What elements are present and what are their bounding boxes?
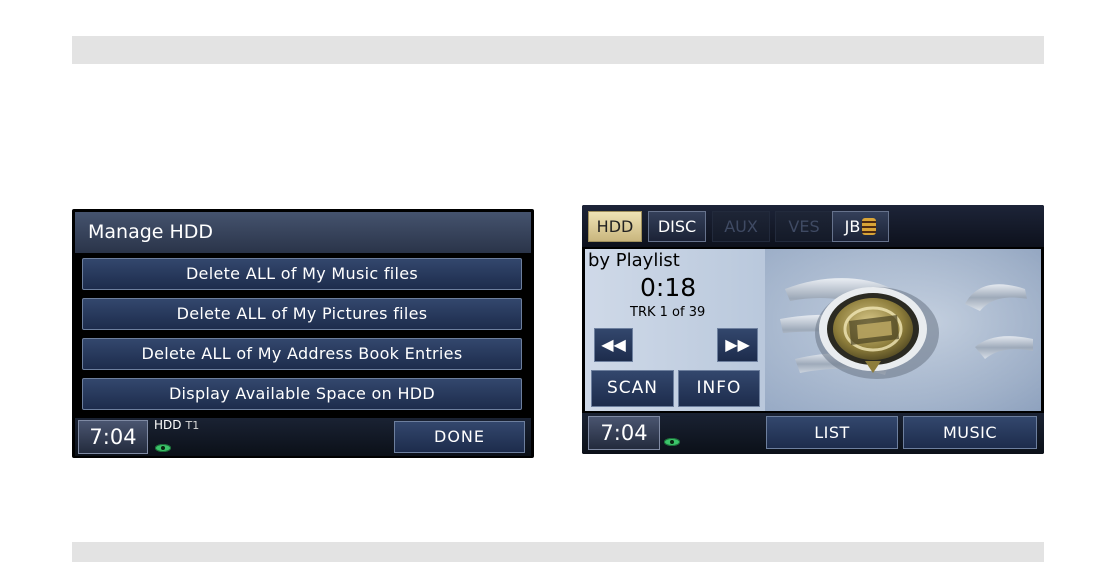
- scan-button[interactable]: SCAN: [591, 370, 674, 407]
- track-info: TRK 1 of 39: [630, 305, 706, 320]
- fast-forward-button[interactable]: ▶▶: [717, 328, 758, 362]
- brand-emblem-artwork: [765, 249, 1041, 411]
- info-button[interactable]: INFO: [678, 370, 760, 407]
- rewind-button[interactable]: ◀◀: [594, 328, 633, 362]
- top-divider-bar: [72, 36, 1044, 64]
- fast-forward-icon: ▶▶: [725, 335, 750, 354]
- tab-aux: AUX: [712, 211, 770, 242]
- disc-icon: [155, 444, 171, 452]
- source-indicator: HDD T1: [154, 418, 199, 432]
- playback-mode-label: by Playlist: [588, 250, 680, 271]
- tab-jukebox[interactable]: JB: [832, 211, 889, 242]
- screen-title: Manage HDD: [75, 212, 531, 253]
- display-available-space-button[interactable]: Display Available Space on HDD: [82, 378, 522, 410]
- tab-jukebox-label: JB: [844, 217, 861, 236]
- source-label: HDD: [154, 418, 182, 432]
- bottom-divider-bar: [72, 542, 1044, 562]
- media-player-screen: HDD DISC AUX VES JB by Playlist 0:18 TRK…: [582, 205, 1044, 454]
- manage-hdd-screen: Manage HDD Delete ALL of My Music files …: [72, 209, 534, 458]
- rewind-icon: ◀◀: [601, 335, 626, 354]
- tab-hdd[interactable]: HDD: [588, 211, 642, 242]
- now-playing-panel: by Playlist 0:18 TRK 1 of 39 ◀◀ ▶▶ SCAN …: [585, 249, 1041, 411]
- tab-disc[interactable]: DISC: [648, 211, 706, 242]
- tab-ves: VES: [775, 211, 833, 242]
- music-button[interactable]: MUSIC: [903, 416, 1037, 449]
- clock[interactable]: 7:04: [588, 416, 660, 450]
- jukebox-icon: [862, 218, 877, 235]
- delete-pictures-files-button[interactable]: Delete ALL of My Pictures files: [82, 298, 522, 330]
- delete-address-book-button[interactable]: Delete ALL of My Address Book Entries: [82, 338, 522, 370]
- list-button[interactable]: LIST: [766, 416, 898, 449]
- done-button[interactable]: DONE: [394, 421, 525, 453]
- track-indicator: T1: [185, 419, 200, 432]
- clock[interactable]: 7:04: [78, 420, 148, 454]
- delete-music-files-button[interactable]: Delete ALL of My Music files: [82, 258, 522, 290]
- elapsed-time: 0:18: [640, 273, 697, 302]
- disc-icon: [664, 438, 680, 446]
